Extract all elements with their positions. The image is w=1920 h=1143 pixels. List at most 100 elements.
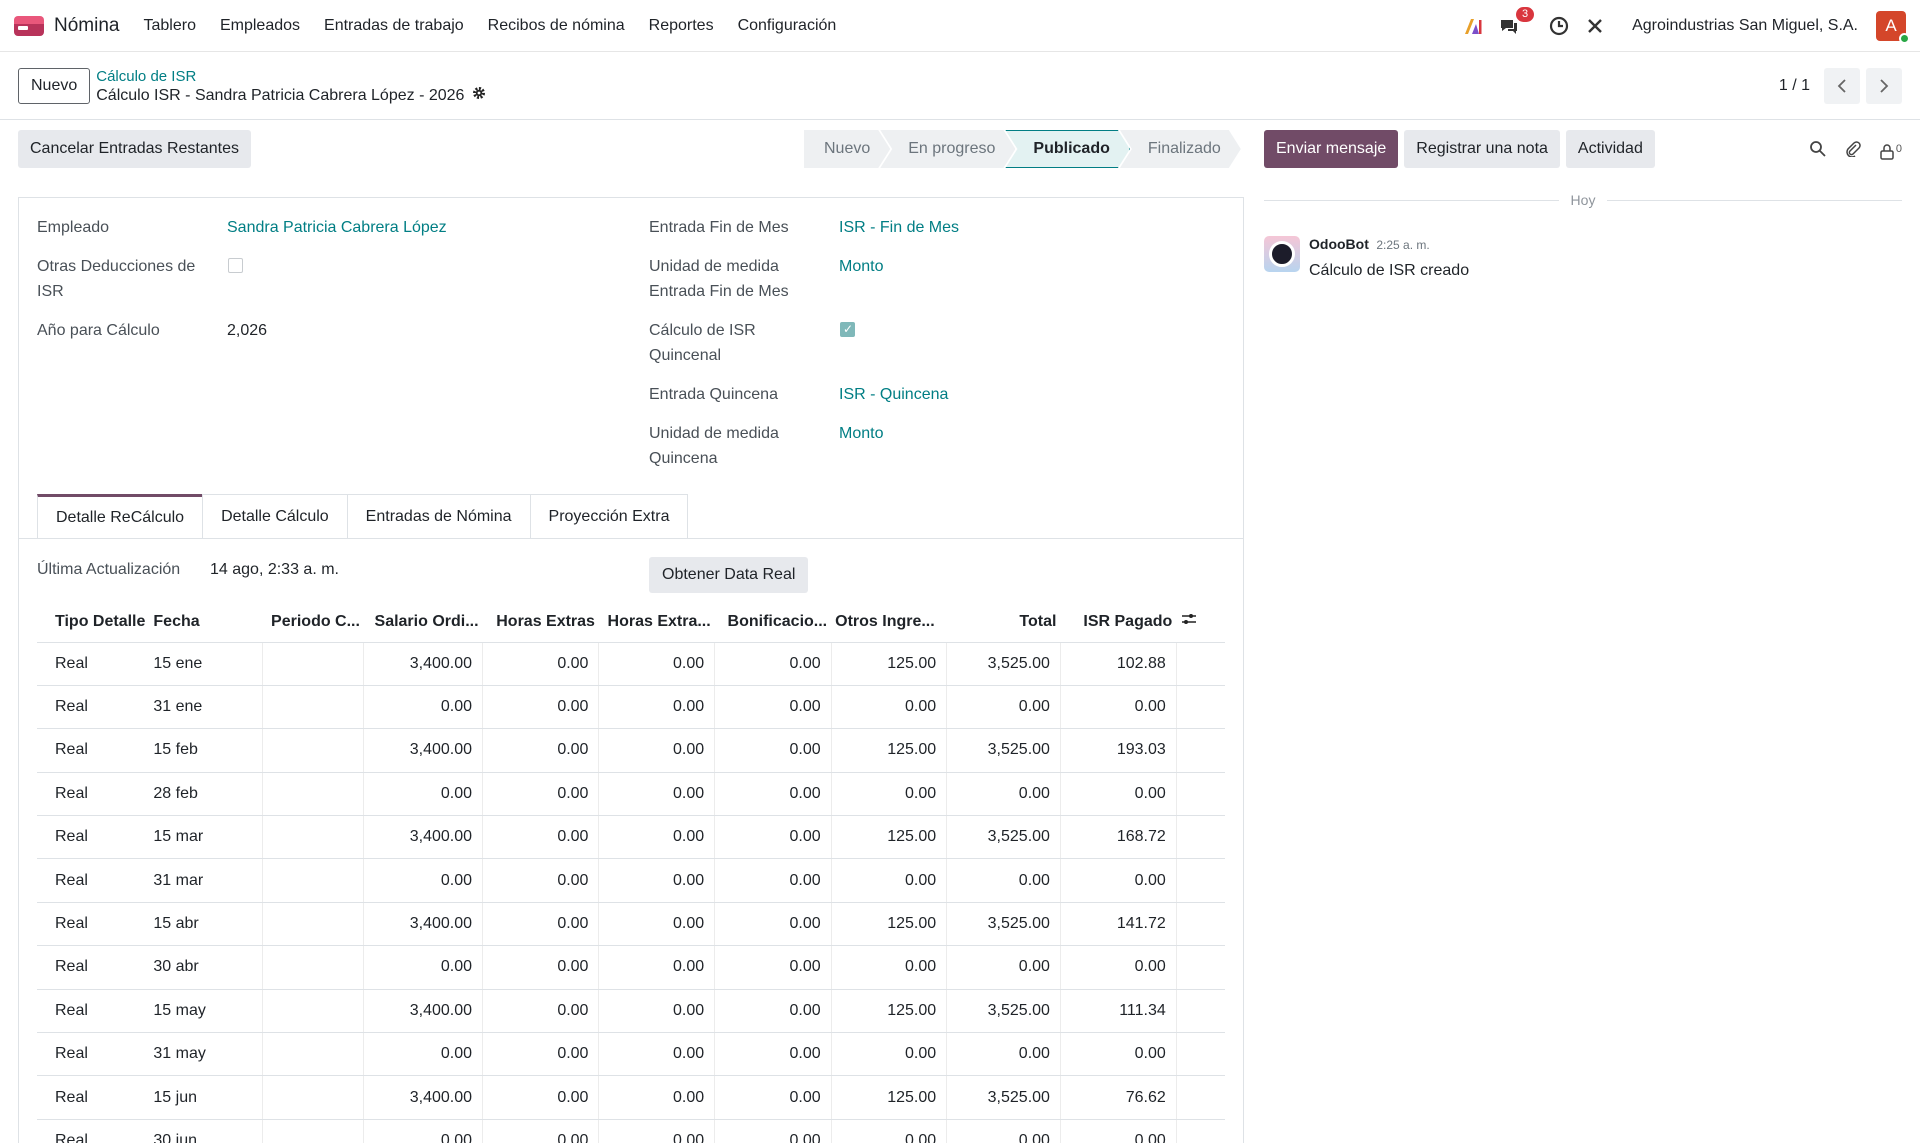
table-cell[interactable]: 0.00 (598, 945, 715, 990)
clock-icon[interactable] (1548, 15, 1570, 37)
table-cell[interactable]: 0.00 (363, 858, 483, 903)
table-cell[interactable]: 0.00 (482, 1075, 599, 1120)
table-cell[interactable] (261, 815, 364, 860)
table-cell[interactable]: Real (37, 1032, 150, 1077)
table-cell[interactable]: Real (37, 1119, 150, 1143)
table-cell[interactable]: 0.00 (482, 902, 599, 947)
table-row[interactable]: Real 15 ene 3,400.00 0.00 0.00 0.00 125.00 3,52… (37, 642, 1225, 686)
stage-publicado[interactable]: Publicado (1005, 130, 1129, 168)
table-cell[interactable]: 3,400.00 (363, 902, 483, 947)
stage-en-progreso[interactable]: En progreso (880, 130, 1015, 168)
table-cell[interactable]: 0.00 (714, 858, 832, 903)
table-cell[interactable]: 0.00 (598, 902, 715, 947)
table-row[interactable]: Real 31 mar 0.00 0.00 0.00 0.00 0.00 0.00 0.00 (37, 858, 1225, 903)
table-row[interactable]: Real 15 mar 3,400.00 0.00 0.00 0.00 125.00 3,52… (37, 815, 1225, 860)
table-cell[interactable] (261, 642, 364, 686)
table-cell[interactable]: 125.00 (830, 902, 947, 947)
table-cell[interactable]: 3,400.00 (363, 815, 483, 860)
gear-icon[interactable] (472, 86, 486, 105)
table-cell[interactable]: 0.00 (946, 772, 1061, 817)
table-row[interactable]: Real 30 jun 0.00 0.00 0.00 0.00 0.00 0.00 0.00 (37, 1119, 1225, 1143)
table-cell[interactable]: 0.00 (946, 685, 1061, 730)
table-cell[interactable]: 0.00 (714, 642, 832, 686)
table-cell[interactable]: 3,400.00 (363, 989, 483, 1034)
table-cell[interactable]: 0.00 (482, 945, 599, 990)
followers-button[interactable]: 0 (1879, 143, 1902, 160)
user-avatar[interactable]: A (1876, 10, 1910, 44)
table-cell[interactable]: Real (37, 858, 150, 903)
table-cell[interactable]: 193.03 (1059, 728, 1177, 773)
pager-next-button[interactable] (1866, 67, 1902, 104)
table-cell[interactable] (261, 1032, 364, 1077)
table-row[interactable]: Real 15 feb 3,400.00 0.00 0.00 0.00 125.00 3,52… (37, 728, 1225, 773)
table-row[interactable]: Real 15 abr 3,400.00 0.00 0.00 0.00 125.00 3,52… (37, 902, 1225, 947)
table-cell[interactable] (261, 989, 364, 1034)
table-cell[interactable]: 3,525.00 (946, 728, 1061, 773)
send-message-button[interactable]: Enviar mensaje (1264, 130, 1399, 168)
table-cell[interactable]: 0.00 (598, 1032, 715, 1077)
table-row[interactable]: Real 30 abr 0.00 0.00 0.00 0.00 0.00 0.00 0.00 (37, 945, 1225, 990)
table-cell[interactable]: 0.00 (830, 1032, 947, 1077)
nav-recibos-nomina[interactable]: Recibos de nómina (488, 17, 625, 35)
table-cell[interactable] (261, 945, 364, 990)
table-cell[interactable]: 125.00 (830, 642, 947, 686)
empleado-field[interactable]: Sandra Patricia Cabrera López (227, 215, 447, 240)
table-cell[interactable]: 3,525.00 (946, 1075, 1061, 1120)
nav-tablero[interactable]: Tablero (143, 17, 195, 35)
table-cell[interactable]: 0.00 (714, 685, 832, 730)
table-cell[interactable]: 0.00 (714, 728, 832, 773)
table-cell[interactable]: 111.34 (1059, 989, 1177, 1034)
table-cell[interactable]: 0.00 (1059, 858, 1177, 903)
table-cell[interactable]: 0.00 (1059, 1119, 1177, 1143)
table-cell[interactable]: 0.00 (598, 772, 715, 817)
table-row[interactable]: Real 15 may 3,400.00 0.00 0.00 0.00 125.00 3,52… (37, 989, 1225, 1034)
table-cell[interactable]: Real (37, 772, 150, 817)
table-cell[interactable]: 0.00 (482, 1032, 599, 1077)
table-cell[interactable]: 3,525.00 (946, 642, 1061, 686)
table-cell[interactable]: 0.00 (363, 945, 483, 990)
isr-quincenal-checkbox[interactable] (840, 322, 855, 337)
table-cell[interactable]: Real (37, 685, 150, 730)
table-cell[interactable]: 0.00 (363, 772, 483, 817)
chat-icon[interactable]: 3 (1498, 6, 1535, 37)
app-name[interactable]: Nómina (54, 15, 119, 37)
table-cell[interactable]: 168.72 (1059, 815, 1177, 860)
table-cell[interactable]: 0.00 (482, 989, 599, 1034)
table-cell[interactable]: 0.00 (598, 685, 715, 730)
table-cell[interactable]: 0.00 (482, 858, 599, 903)
breadcrumb-parent-link[interactable]: Cálculo de ISR (96, 67, 486, 86)
table-cell[interactable]: 0.00 (714, 1075, 832, 1120)
table-cell[interactable]: 0.00 (482, 815, 599, 860)
table-cell[interactable]: 0.00 (946, 945, 1061, 990)
log-note-button[interactable]: Registrar una nota (1404, 130, 1560, 168)
paperclip-icon[interactable] (1844, 140, 1861, 162)
table-cell[interactable]: 0.00 (830, 685, 947, 730)
table-cell[interactable]: 0.00 (363, 685, 483, 730)
nav-entradas-trabajo[interactable]: Entradas de trabajo (324, 17, 464, 35)
table-cell[interactable]: 0.00 (598, 989, 715, 1034)
table-cell[interactable]: 30 jun (149, 1119, 263, 1143)
table-cell[interactable]: 0.00 (598, 728, 715, 773)
table-cell[interactable]: 0.00 (482, 642, 599, 686)
table-cell[interactable]: Real (37, 945, 150, 990)
odoobot-avatar[interactable] (1264, 236, 1300, 272)
table-cell[interactable]: 15 jun (149, 1075, 263, 1120)
table-cell[interactable]: 0.00 (1059, 685, 1177, 730)
col-horas-extras[interactable]: Horas Extras (482, 602, 599, 643)
tab-detalle-calculo[interactable]: Detalle Cálculo (202, 494, 348, 538)
stage-finalizado[interactable]: Finalizado (1120, 130, 1241, 168)
table-cell[interactable]: 0.00 (363, 1032, 483, 1077)
company-switcher[interactable]: Agroindustrias San Miguel, S.A. (1632, 17, 1858, 35)
table-cell[interactable]: 125.00 (830, 728, 947, 773)
table-cell[interactable]: 125.00 (830, 989, 947, 1034)
table-cell[interactable]: 0.00 (482, 772, 599, 817)
table-cell[interactable]: 15 may (149, 989, 263, 1034)
table-cell[interactable]: 0.00 (482, 685, 599, 730)
table-cell[interactable]: 141.72 (1059, 902, 1177, 947)
table-row[interactable]: Real 31 may 0.00 0.00 0.00 0.00 0.00 0.00 0.00 (37, 1032, 1225, 1077)
table-cell[interactable]: Real (37, 815, 150, 860)
tools-icon[interactable] (1584, 15, 1606, 37)
table-cell[interactable]: 3,400.00 (363, 728, 483, 773)
unidad-fin-mes-field[interactable]: Monto (839, 254, 883, 279)
col-bonificacion[interactable]: Bonificacio... (714, 602, 832, 643)
